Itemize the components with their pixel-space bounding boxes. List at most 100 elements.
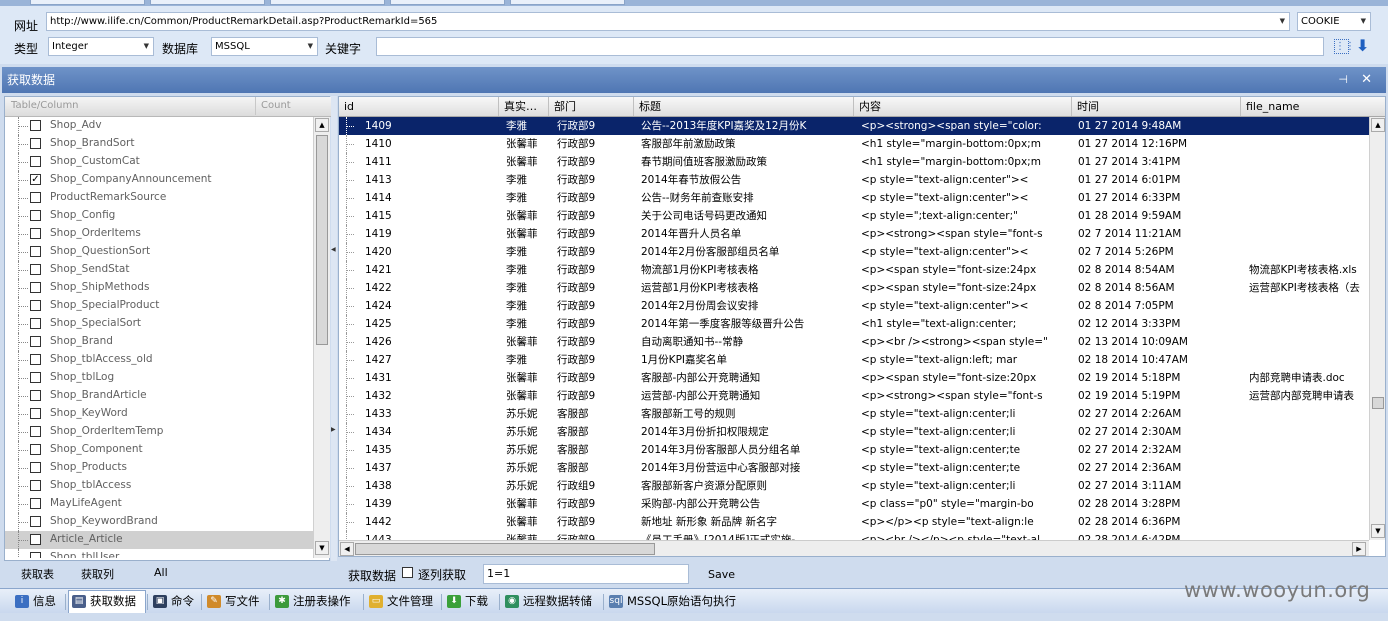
table-row[interactable]: 1426 张馨菲 行政部9 自动离职通知书--常静 <p><br /><strong><… (339, 333, 1369, 351)
top-tab[interactable] (30, 0, 145, 5)
tree-item[interactable]: Shop_Config (5, 207, 313, 225)
tree-item-checkbox[interactable] (30, 390, 41, 401)
column-header[interactable]: 内容 (854, 97, 1072, 116)
tree-item[interactable]: Shop_OrderItemTemp (5, 423, 313, 441)
tree-item[interactable]: Shop_CustomCat (5, 153, 313, 171)
tree-item[interactable]: Shop_BrandSort (5, 135, 313, 153)
top-tab[interactable] (270, 0, 385, 5)
tree-item-checkbox[interactable] (30, 444, 41, 455)
tree-item-checkbox[interactable] (30, 462, 41, 473)
tree-item-checkbox[interactable] (30, 120, 41, 131)
top-tab[interactable] (150, 0, 265, 5)
close-icon[interactable]: ✕ (1361, 67, 1372, 93)
table-row[interactable]: 1434 苏乐妮 客服部 2014年3月份折扣权限规定 <p style="text-a… (339, 423, 1369, 441)
column-header[interactable]: 时间 (1072, 97, 1241, 116)
table-row[interactable]: 1414 李雅 行政部9 公告--财务年前查账安排 <p style="text-ali… (339, 189, 1369, 207)
tree-item-checkbox[interactable] (30, 534, 41, 545)
bottom-tab[interactable]: ▤ 获取数据 (68, 590, 146, 613)
column-header-table[interactable]: Table/Column (11, 100, 79, 111)
column-by-column-checkbox[interactable] (402, 567, 413, 578)
column-header[interactable]: 标题 (634, 97, 854, 116)
tree-item[interactable]: Shop_KeywordBrand (5, 513, 313, 531)
tree-item[interactable]: Shop_tblAccess_old (5, 351, 313, 369)
chevron-down-icon[interactable]: ▼ (1280, 13, 1285, 30)
tree-item-checkbox[interactable] (30, 282, 41, 293)
table-row[interactable]: 1427 李雅 行政部9 1月份KPI嘉奖名单 <p style="text-align… (339, 351, 1369, 369)
tree-scrollbar[interactable]: ▲ ▼ (313, 117, 330, 558)
tree-item-checkbox[interactable] (30, 372, 41, 383)
all-button[interactable]: All (154, 566, 168, 579)
table-row[interactable]: 1413 李雅 行政部9 2014年春节放假公告 <p style="text-alig… (339, 171, 1369, 189)
tree-item[interactable]: Shop_Adv (5, 117, 313, 135)
tree-item-checkbox[interactable] (30, 138, 41, 149)
tree-item[interactable]: Shop_BrandArticle (5, 387, 313, 405)
table-row[interactable]: 1415 张馨菲 行政部9 关于公司电话号码更改通知 <p style=";text-a… (339, 207, 1369, 225)
tree-item[interactable]: Shop_SpecialProduct (5, 297, 313, 315)
table-row[interactable]: 1438 苏乐妮 行政组9 客服部新客户资源分配原则 <p style="text-al… (339, 477, 1369, 495)
tree-item-checkbox[interactable] (30, 498, 41, 509)
tree-item[interactable]: Shop_QuestionSort (5, 243, 313, 261)
grid-select-icon[interactable]: ⋮⋮ (1334, 39, 1355, 54)
tree-item-checkbox[interactable] (30, 318, 41, 329)
scroll-thumb[interactable] (316, 135, 328, 345)
get-data-button[interactable]: 获取数据 (348, 567, 396, 584)
tree-item-checkbox[interactable] (30, 408, 41, 419)
tree-item-checkbox[interactable] (30, 228, 41, 239)
table-row[interactable]: 1439 张馨菲 行政部9 采购部-内部公开竞聘公告 <p class="p0" sty… (339, 495, 1369, 513)
scroll-thumb[interactable] (1372, 397, 1384, 409)
tree-item[interactable]: Shop_SpecialSort (5, 315, 313, 333)
expand-right-icon[interactable]: ▶ (331, 426, 336, 433)
method-select[interactable]: COOKIE ▼ (1297, 12, 1371, 31)
table-row[interactable]: 1419 张馨菲 行政部9 2014年晋升人员名单 <p><strong><span s… (339, 225, 1369, 243)
tree-item[interactable]: Shop_ShipMethods (5, 279, 313, 297)
table-row[interactable]: 1425 李雅 行政部9 2014年第一季度客服等级晋升公告 <h1 style="te… (339, 315, 1369, 333)
tree-item-checkbox[interactable] (30, 300, 41, 311)
pin-icon[interactable]: ⊣ (1338, 67, 1348, 93)
table-row[interactable]: 1411 张馨菲 行政部9 春节期间值班客服激励政策 <h1 style="margin… (339, 153, 1369, 171)
chevron-down-icon[interactable]: ▼ (144, 38, 149, 55)
column-header[interactable]: 部门 (549, 97, 634, 116)
tree-item-checkbox[interactable] (30, 246, 41, 257)
tree-item[interactable]: Shop_Products (5, 459, 313, 477)
tree-item[interactable]: Shop_Brand (5, 333, 313, 351)
table-row[interactable]: 1431 张馨菲 行政部9 客服部-内部公开竞聘通知 <p><span style="f… (339, 369, 1369, 387)
database-select[interactable]: MSSQL ▼ (211, 37, 318, 56)
chevron-down-icon[interactable]: ▼ (1361, 13, 1366, 30)
bottom-tab[interactable]: sql MSSQL原始语句执行 (606, 591, 755, 612)
grid-hscrollbar[interactable]: ◀ ▶ (339, 540, 1369, 556)
top-tab[interactable] (390, 0, 505, 5)
tree-item-checkbox[interactable] (30, 480, 41, 491)
type-select[interactable]: Integer ▼ (48, 37, 154, 56)
arrow-down-icon[interactable]: ⬇ (1356, 36, 1369, 55)
tree-item[interactable]: Shop_SendStat (5, 261, 313, 279)
tree-item-checkbox[interactable] (30, 354, 41, 365)
tree-item[interactable]: ProductRemarkSource (5, 189, 313, 207)
table-row[interactable]: 1420 李雅 行政部9 2014年2月份客服部组员名单 <p style="text-… (339, 243, 1369, 261)
scroll-right-icon[interactable]: ▶ (1352, 542, 1366, 556)
scroll-up-icon[interactable]: ▲ (315, 118, 329, 132)
tree-item[interactable]: Shop_Component (5, 441, 313, 459)
table-row[interactable]: 1424 李雅 行政部9 2014年2月份周会议安排 <p style="text-al… (339, 297, 1369, 315)
tree-item[interactable]: Shop_OrderItems (5, 225, 313, 243)
scroll-down-icon[interactable]: ▼ (315, 541, 329, 555)
tree-item-checkbox[interactable] (30, 210, 41, 221)
column-header-count[interactable]: Count (255, 97, 291, 115)
tree-item[interactable]: MayLifeAgent (5, 495, 313, 513)
save-button[interactable]: Save (708, 568, 735, 581)
tree-item[interactable]: Article_Article (5, 531, 313, 549)
table-row[interactable]: 1409 李雅 行政部9 公告--2013年度KPI嘉奖及12月份K <p><stron… (339, 117, 1369, 135)
scroll-thumb-horizontal[interactable] (355, 543, 655, 555)
chevron-down-icon[interactable]: ▼ (308, 38, 313, 55)
table-row[interactable]: 1422 李雅 行政部9 运营部1月份KPI考核表格 <p><span style="f… (339, 279, 1369, 297)
top-tab[interactable] (510, 0, 625, 5)
tree-item[interactable]: Shop_KeyWord (5, 405, 313, 423)
tree-item-checkbox[interactable] (30, 156, 41, 167)
get-columns-button[interactable]: 获取列 (81, 566, 114, 582)
column-header[interactable]: 真实… (499, 97, 549, 116)
keyword-input[interactable] (376, 37, 1324, 56)
table-row[interactable]: 1433 苏乐妮 客服部 客服部新工号的规则 <p style="text-align:… (339, 405, 1369, 423)
table-row[interactable]: 1437 苏乐妮 客服部 2014年3月份营运中心客服部对接 <p style="tex… (339, 459, 1369, 477)
table-row[interactable]: 1442 张馨菲 行政部9 新地址 新形象 新品牌 新名字 <p></p><p styl… (339, 513, 1369, 531)
table-row[interactable]: 1421 李雅 行政部9 物流部1月份KPI考核表格 <p><span style="f… (339, 261, 1369, 279)
grid-vscrollbar[interactable]: ▲ ▼ (1369, 117, 1385, 540)
